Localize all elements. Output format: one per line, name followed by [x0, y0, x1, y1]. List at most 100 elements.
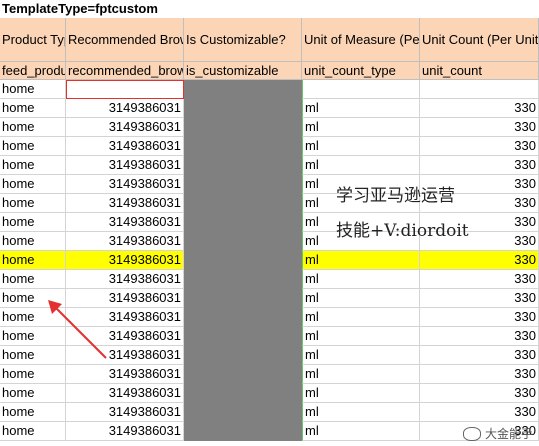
cell-unit[interactable]: ml — [302, 384, 420, 403]
cell-product-type[interactable]: home — [0, 118, 66, 137]
template-type-cell[interactable]: TemplateType=fptcustom — [0, 0, 539, 19]
cell-is-customizable[interactable] — [184, 232, 302, 251]
cell-unit-value: ml — [305, 290, 319, 305]
cell-unit[interactable]: ml — [302, 346, 420, 365]
cell-browse-node[interactable]: 3149386031 — [66, 118, 184, 137]
cell-browse-node[interactable]: 3149386031 — [66, 213, 184, 232]
cell-product-type[interactable]: home — [0, 156, 66, 175]
header-product-type[interactable]: Product Type — [0, 18, 66, 62]
cell-product-type[interactable]: home — [0, 99, 66, 118]
cell-browse-node[interactable]: 3149386031 — [66, 99, 184, 118]
cell-count[interactable]: 330 — [420, 118, 539, 137]
cell-is-customizable[interactable] — [184, 270, 302, 289]
cell-count[interactable]: 330 — [420, 308, 539, 327]
cell-is-customizable[interactable] — [184, 137, 302, 156]
cell-count[interactable] — [420, 80, 539, 99]
cell-count[interactable]: 330 — [420, 365, 539, 384]
cell-count-value: 330 — [514, 100, 536, 115]
cell-unit-value: ml — [305, 252, 319, 267]
key-feed-product-type[interactable]: feed_product_type — [0, 62, 66, 80]
cell-product-type[interactable]: home — [0, 365, 66, 384]
key-is-customizable[interactable]: is_customizable — [184, 62, 302, 80]
cell-product-type-value: home — [2, 423, 35, 438]
cell-is-customizable[interactable] — [184, 327, 302, 346]
cell-unit[interactable]: ml — [302, 251, 420, 270]
cell-count[interactable]: 330 — [420, 270, 539, 289]
cell-product-type[interactable]: home — [0, 403, 66, 422]
cell-product-type[interactable]: home — [0, 137, 66, 156]
cell-is-customizable[interactable] — [184, 118, 302, 137]
cell-is-customizable[interactable] — [184, 422, 302, 441]
key-unit-count-type-label: unit_count_type — [304, 63, 396, 78]
cell-product-type[interactable]: home — [0, 384, 66, 403]
cell-count[interactable]: 330 — [420, 403, 539, 422]
cell-count[interactable]: 330 — [420, 289, 539, 308]
cell-is-customizable[interactable] — [184, 80, 302, 99]
cell-unit[interactable]: ml — [302, 422, 420, 441]
cell-is-customizable[interactable] — [184, 384, 302, 403]
spreadsheet: TemplateType=fptcustom Product Type Reco… — [0, 0, 539, 446]
cell-unit[interactable]: ml — [302, 403, 420, 422]
cell-count[interactable]: 330 — [420, 327, 539, 346]
cell-is-customizable[interactable] — [184, 194, 302, 213]
cell-product-type-value: home — [2, 290, 35, 305]
cell-browse-node[interactable]: 3149386031 — [66, 365, 184, 384]
cell-browse-node-value: 3149386031 — [108, 100, 181, 115]
cell-browse-node[interactable]: 3149386031 — [66, 175, 184, 194]
cell-product-type-value: home — [2, 100, 35, 115]
header-unit-count[interactable]: Unit Count (Per Unit Pricing) — [420, 18, 539, 62]
cell-unit[interactable]: ml — [302, 327, 420, 346]
cell-count[interactable]: 330 — [420, 156, 539, 175]
header-recommended-browse-nodes[interactable]: Recommended Browse Nodes — [66, 18, 184, 62]
cell-is-customizable[interactable] — [184, 99, 302, 118]
cell-product-type[interactable]: home — [0, 270, 66, 289]
cell-browse-node[interactable]: 3149386031 — [66, 137, 184, 156]
cell-is-customizable[interactable] — [184, 213, 302, 232]
cell-is-customizable[interactable] — [184, 403, 302, 422]
cell-unit[interactable]: ml — [302, 270, 420, 289]
cell-unit[interactable]: ml — [302, 308, 420, 327]
cell-product-type[interactable]: home — [0, 175, 66, 194]
cell-browse-node[interactable]: 3149386031 — [66, 422, 184, 441]
cell-count[interactable]: 330 — [420, 137, 539, 156]
cell-is-customizable[interactable] — [184, 251, 302, 270]
cell-browse-node[interactable]: 3149386031 — [66, 194, 184, 213]
cell-browse-node[interactable]: 3149386031 — [66, 384, 184, 403]
cell-product-type[interactable]: home — [0, 213, 66, 232]
cell-count[interactable]: 330 — [420, 346, 539, 365]
cell-product-type[interactable]: home — [0, 422, 66, 441]
cell-product-type[interactable]: home — [0, 251, 66, 270]
cell-is-customizable[interactable] — [184, 175, 302, 194]
cell-unit[interactable]: ml — [302, 137, 420, 156]
cell-browse-node[interactable]: 3149386031 — [66, 251, 184, 270]
cell-browse-node[interactable]: 3149386031 — [66, 270, 184, 289]
cell-browse-node[interactable]: 3149386031 — [66, 403, 184, 422]
cell-unit[interactable]: ml — [302, 365, 420, 384]
header-unit-of-measure[interactable]: Unit of Measure (Per Unit Pricing) — [302, 18, 420, 62]
key-unit-count-type[interactable]: unit_count_type — [302, 62, 420, 80]
cell-is-customizable[interactable] — [184, 308, 302, 327]
key-recommended-browse-nodes[interactable]: recommended_browse_nodes — [66, 62, 184, 80]
cell-unit[interactable]: ml — [302, 289, 420, 308]
cell-product-type[interactable]: home — [0, 194, 66, 213]
header-is-customizable[interactable]: Is Customizable? — [184, 18, 302, 62]
cell-product-type[interactable]: home — [0, 80, 66, 99]
key-unit-count[interactable]: unit_count — [420, 62, 539, 80]
cell-count[interactable]: 330 — [420, 251, 539, 270]
cell-count[interactable]: 330 — [420, 99, 539, 118]
cell-unit[interactable]: ml — [302, 99, 420, 118]
cell-unit[interactable]: ml — [302, 156, 420, 175]
cell-count-value: 330 — [514, 404, 536, 419]
table-row: home 3149386031 ml 330 — [0, 251, 539, 270]
cell-is-customizable[interactable] — [184, 365, 302, 384]
cell-product-type[interactable]: home — [0, 232, 66, 251]
cell-is-customizable[interactable] — [184, 156, 302, 175]
cell-unit[interactable]: ml — [302, 118, 420, 137]
cell-browse-node[interactable]: 3149386031 — [66, 232, 184, 251]
cell-is-customizable[interactable] — [184, 289, 302, 308]
cell-browse-node-selected[interactable] — [66, 80, 184, 99]
cell-is-customizable[interactable] — [184, 346, 302, 365]
cell-browse-node[interactable]: 3149386031 — [66, 156, 184, 175]
cell-unit[interactable] — [302, 80, 420, 99]
cell-count[interactable]: 330 — [420, 384, 539, 403]
